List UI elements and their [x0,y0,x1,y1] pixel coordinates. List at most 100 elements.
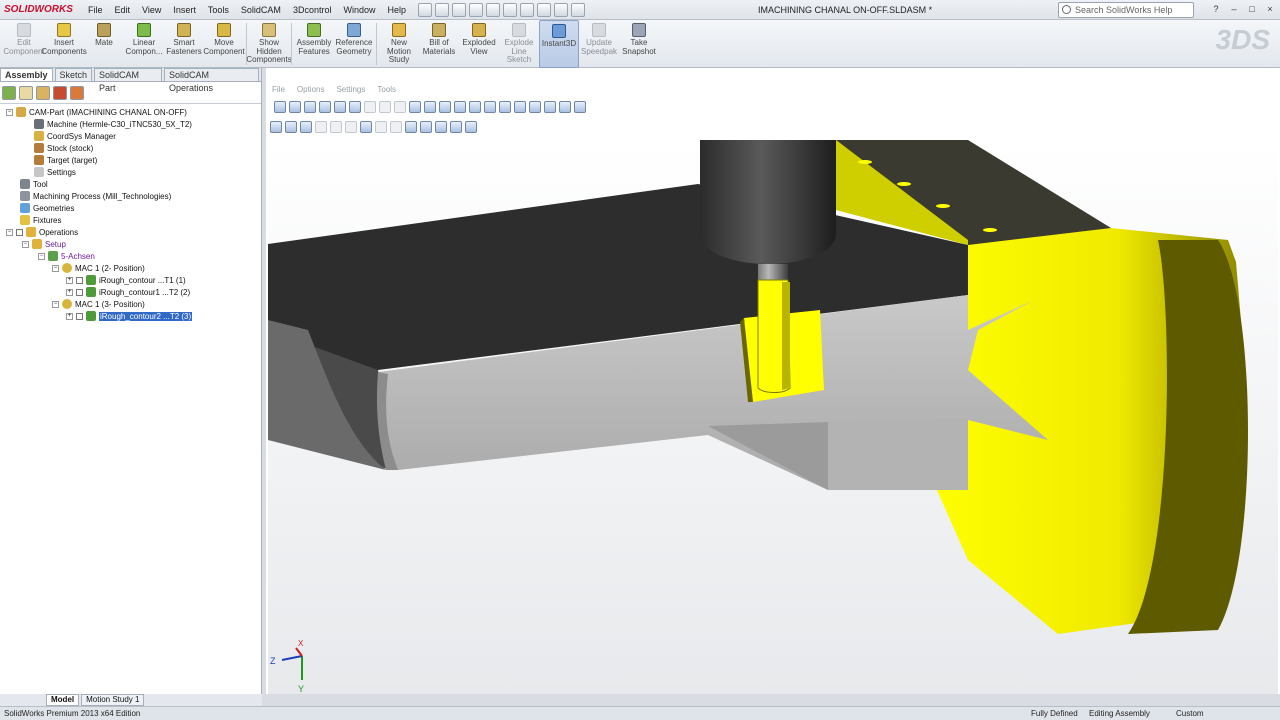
expand-icon[interactable]: + [66,312,73,320]
display-shaded-icon[interactable] [529,101,541,113]
assembly-features-button[interactable]: Assembly Features [294,20,334,68]
tab-solidcam-operations[interactable]: SolidCAM Operations [164,68,259,93]
machining-scene[interactable]: Z Y X [268,140,1278,694]
collapse-icon[interactable]: − [52,300,59,308]
collapse-icon[interactable]: − [6,228,13,236]
compare-icon[interactable] [390,121,402,133]
view-iso-icon[interactable] [514,101,526,113]
tree-node-coordsys[interactable]: CoordSys Manager [34,130,116,142]
new-motion-study-button[interactable]: New Motion Study [379,20,419,68]
menu-insert[interactable]: Insert [167,0,202,20]
expand-icon[interactable]: + [66,288,73,296]
tool-path-icon[interactable] [405,121,417,133]
feature-tree-icon[interactable] [2,86,16,100]
zoom-to-fit-icon[interactable] [274,101,286,113]
sim-menu-tools[interactable]: Tools [377,85,396,94]
reference-geometry-button[interactable]: Reference Geometry [334,20,374,68]
checkbox[interactable] [16,228,23,236]
fixture-toggle-icon[interactable] [300,121,312,133]
menu-edit[interactable]: Edit [109,0,137,20]
tree-node-machine[interactable]: Machine (Hermle-C30_iTNC530_5X_T2) [34,118,192,130]
file-properties-icon[interactable] [554,2,568,17]
tree-node-cam-part[interactable]: − CAM-Part (IMACHINING CHANAL ON-OFF) [6,106,187,118]
tab-motion-study[interactable]: Motion Study 1 [81,694,145,706]
refresh-icon[interactable] [360,121,372,133]
help-icon[interactable]: ? [1210,3,1222,15]
tree-node-stock[interactable]: Stock (stock) [34,142,93,154]
tab-solidcam-part[interactable]: SolidCAM Part [94,68,163,93]
measure-icon[interactable] [364,101,376,113]
collapse-icon[interactable]: − [22,240,29,248]
linear-component-pattern-button[interactable]: Linear Compon... [124,20,164,68]
sim-menu-settings[interactable]: Settings [336,85,365,94]
insert-components-button[interactable]: Insert Components [41,20,87,68]
instant3d-button[interactable]: Instant3D [539,20,579,68]
machine-view-icon[interactable] [435,121,447,133]
tool-toggle-icon[interactable] [315,121,327,133]
tree-node-mac-3-position[interactable]: − MAC 1 (3- Position) [52,298,145,310]
tree-node-machining-process[interactable]: Machining Process (Mill_Technologies) [20,190,171,202]
tree-node-operation[interactable]: + iRough_contour ...T1 (1) [66,274,186,286]
show-hidden-components-button[interactable]: Show Hidden Components [246,20,292,68]
stock-view-icon[interactable] [450,121,462,133]
display-options-icon[interactable] [574,101,586,113]
display-wire-icon[interactable] [559,101,571,113]
menu-3dcontrol[interactable]: 3Dcontrol [287,0,338,20]
undo-icon[interactable] [503,2,517,17]
light-icon[interactable] [409,101,421,113]
help-search-input[interactable]: Search SolidWorks Help [1058,2,1194,18]
select-icon[interactable] [520,2,534,17]
menu-window[interactable]: Window [337,0,381,20]
pan-icon[interactable] [304,101,316,113]
tree-node-operations[interactable]: − Operations [6,226,78,238]
take-snapshot-button[interactable]: Take Snapshot [619,20,659,68]
sim-menu-file[interactable]: File [272,85,285,94]
view-right-icon[interactable] [469,101,481,113]
checkbox[interactable] [76,312,83,320]
clip-icon[interactable] [394,101,406,113]
spindle-toggle-icon[interactable] [345,121,357,133]
zoom-icon[interactable] [334,101,346,113]
sim-menu-options[interactable]: Options [297,85,325,94]
tab-model[interactable]: Model [46,694,80,706]
tree-node-5-achsen[interactable]: − 5-Achsen [38,250,95,262]
view-front-icon[interactable] [424,101,436,113]
tool-view-icon[interactable] [420,121,432,133]
collapse-icon[interactable]: − [38,252,45,260]
bill-of-materials-button[interactable]: Bill of Materials [419,20,459,68]
units-selector[interactable]: Custom [1176,709,1204,718]
tab-assembly[interactable]: Assembly [0,68,53,81]
section-icon[interactable] [379,101,391,113]
move-component-button[interactable]: Move Component [203,20,245,68]
tree-node-tool[interactable]: Tool [20,178,48,190]
explode-line-sketch-button[interactable]: Explode Line Sketch [499,20,539,68]
tree-node-settings[interactable]: Settings [34,166,76,178]
property-manager-icon[interactable] [19,86,33,100]
configuration-manager-icon[interactable] [36,86,50,100]
exploded-view-button[interactable]: Exploded View [459,20,499,68]
rest-material-icon[interactable] [375,121,387,133]
print-icon[interactable] [486,2,500,17]
restore-icon[interactable]: □ [1246,3,1258,15]
rebuild-icon[interactable] [537,2,551,17]
expand-icon[interactable]: + [66,276,73,284]
open-folder-icon[interactable] [452,2,466,17]
view-left-icon[interactable] [454,101,466,113]
collapse-icon[interactable]: − [6,108,13,116]
holder-toggle-icon[interactable] [330,121,342,133]
tree-node-geometries[interactable]: Geometries [20,202,74,214]
pin-icon[interactable] [418,2,432,17]
update-speedpak-button[interactable]: Update Speedpak [579,20,619,68]
tree-node-setup[interactable]: − Setup [22,238,66,250]
checkbox[interactable] [76,276,83,284]
zoom-area-icon[interactable] [289,101,301,113]
appearance-manager-icon[interactable] [70,86,84,100]
rotate-icon[interactable] [319,101,331,113]
menu-view[interactable]: View [136,0,167,20]
tree-node-target[interactable]: Target (target) [34,154,97,166]
target-toggle-icon[interactable] [285,121,297,133]
view-top-icon[interactable] [484,101,496,113]
edit-component-button[interactable]: Edit Component [3,20,45,68]
new-document-icon[interactable] [435,2,449,17]
minimize-icon[interactable]: – [1228,3,1240,15]
